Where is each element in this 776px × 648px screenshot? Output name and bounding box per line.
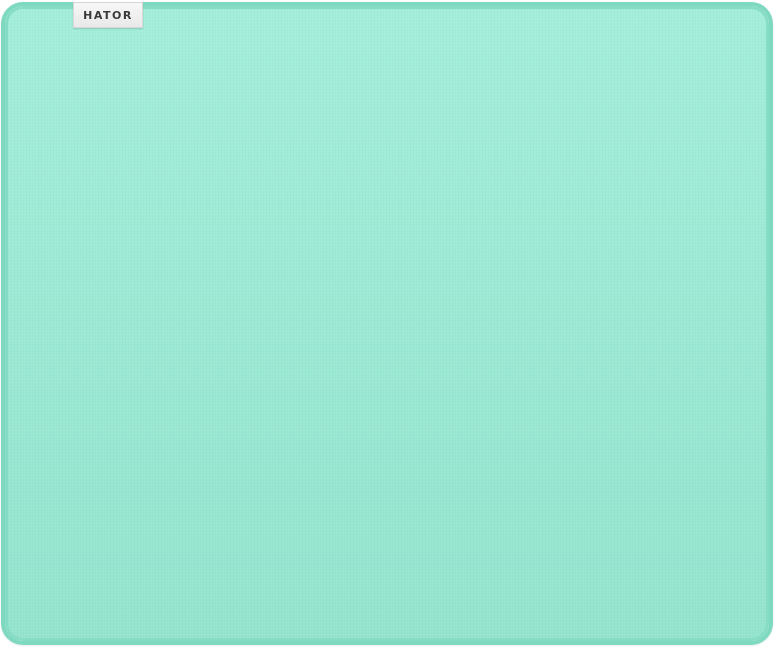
mousepad xyxy=(1,2,773,645)
product-photo: HATOR xyxy=(0,0,776,648)
brand-tag: HATOR xyxy=(73,2,143,28)
brand-label: HATOR xyxy=(83,8,133,22)
mousepad-surface xyxy=(5,6,769,641)
